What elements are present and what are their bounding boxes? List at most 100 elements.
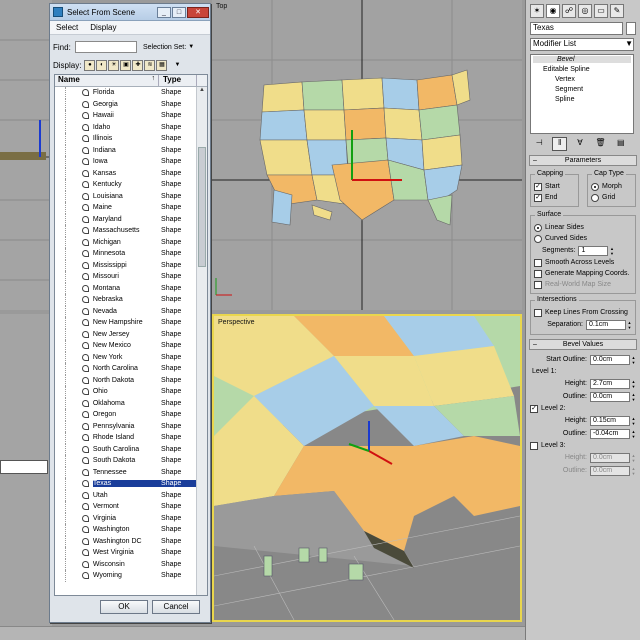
bevel-values-rollout-header[interactable]: – Bevel Values — [529, 339, 637, 350]
time-slider-bar[interactable] — [0, 626, 525, 640]
list-item[interactable]: Washington Shape — [55, 524, 197, 536]
level1-height-spinner[interactable]: 2.7cm — [590, 378, 630, 389]
list-item[interactable]: Maryland Shape — [55, 213, 197, 225]
generate-mapping-checkbox[interactable] — [534, 269, 542, 278]
menu-select[interactable]: Select — [50, 23, 84, 32]
configure-modifier-sets-icon[interactable]: ▤ — [614, 137, 628, 151]
modifier-list-dropdown[interactable]: Modifier List ▼ — [530, 38, 634, 51]
list-item[interactable]: Missouri Shape — [55, 271, 197, 283]
list-item[interactable]: Wisconsin Shape — [55, 558, 197, 570]
morph-radio[interactable] — [591, 182, 599, 191]
display-geometry-icon[interactable]: ● — [84, 59, 96, 71]
list-item[interactable]: New Hampshire Shape — [55, 317, 197, 329]
list-item[interactable]: Illinois Shape — [55, 133, 197, 145]
spinner-arrows-icon[interactable]: ▲ ▼ — [631, 416, 636, 426]
list-item[interactable]: Ohio Shape — [55, 386, 197, 398]
spinner-arrows-icon[interactable]: ▲ ▼ — [631, 453, 636, 463]
list-item[interactable]: North Carolina Shape — [55, 363, 197, 375]
segments-spinner[interactable]: 1 — [578, 245, 609, 256]
stack-item-vertex[interactable]: Vertex — [533, 76, 575, 83]
display-lights-icon[interactable]: ☀ — [108, 59, 120, 71]
level1-outline-spinner[interactable]: 0.0cm — [590, 391, 630, 402]
chevron-down-icon[interactable]: ▼ — [174, 62, 180, 68]
list-item[interactable]: New Jersey Shape — [55, 328, 197, 340]
list-item[interactable]: Oregon Shape — [55, 409, 197, 421]
list-item[interactable]: Oklahoma Shape — [55, 397, 197, 409]
create-tab-icon[interactable]: ✶ — [530, 4, 544, 18]
list-item[interactable]: Indiana Shape — [55, 144, 197, 156]
list-item[interactable]: South Dakota Shape — [55, 455, 197, 467]
list-item[interactable]: Georgia Shape — [55, 98, 197, 110]
list-item[interactable]: Kansas Shape — [55, 167, 197, 179]
list-item[interactable]: Hawaii Shape — [55, 110, 197, 122]
list-item[interactable]: Massachusetts Shape — [55, 225, 197, 237]
list-item[interactable]: New York Shape — [55, 351, 197, 363]
spinner-arrows-icon[interactable]: ▲ ▼ — [631, 355, 636, 365]
modify-tab-icon[interactable]: ◉ — [546, 4, 560, 18]
spinner-arrows-icon[interactable]: ▲ ▼ — [631, 392, 636, 402]
list-item[interactable]: Florida Shape — [55, 87, 197, 99]
list-item[interactable]: North Dakota Shape — [55, 374, 197, 386]
list-item[interactable]: Pennsylvania Shape — [55, 420, 197, 432]
stack-item-spline[interactable]: Spline — [533, 96, 574, 103]
list-item[interactable]: Rhode Island Shape — [55, 432, 197, 444]
make-unique-icon[interactable]: ∀ — [573, 137, 587, 151]
list-item[interactable]: West Virginia Shape — [55, 547, 197, 559]
hierarchy-tab-icon[interactable]: ☍ — [562, 4, 576, 18]
list-item[interactable]: Idaho Shape — [55, 121, 197, 133]
object-name-field[interactable]: Texas — [530, 22, 624, 35]
list-item[interactable]: Iowa Shape — [55, 156, 197, 168]
stack-item-bevel[interactable]: Bevel — [533, 56, 631, 63]
list-item[interactable]: Louisiana Shape — [55, 190, 197, 202]
keep-lines-checkbox[interactable] — [534, 308, 542, 317]
list-item[interactable]: Texas Shape — [55, 478, 197, 490]
level3-outline-spinner[interactable]: 0.0cm — [590, 465, 630, 476]
level3-checkbox[interactable] — [530, 441, 538, 450]
stack-item-segment[interactable]: Segment — [533, 86, 583, 93]
smooth-across-levels-checkbox[interactable] — [534, 258, 542, 267]
find-input[interactable] — [75, 41, 137, 53]
list-item[interactable]: Michigan Shape — [55, 236, 197, 248]
left-viewport-bottom[interactable] — [0, 314, 52, 640]
display-shapes-icon[interactable]: ◐ — [96, 59, 108, 71]
menu-display[interactable]: Display — [84, 23, 122, 32]
list-scrollbar[interactable]: ▲ — [196, 87, 207, 595]
real-world-map-size-checkbox[interactable] — [534, 280, 542, 289]
pin-stack-icon[interactable]: ⊣ — [532, 137, 546, 151]
perspective-viewport[interactable]: Perspective — [212, 314, 522, 622]
close-button[interactable]: ✕ — [187, 6, 209, 18]
level2-height-spinner[interactable]: 0.15cm — [590, 415, 630, 426]
list-item[interactable]: Kentucky Shape — [55, 179, 197, 191]
list-item[interactable]: Utah Shape — [55, 489, 197, 501]
scroll-up-icon[interactable]: ▲ — [197, 87, 207, 97]
parameters-rollout-header[interactable]: – Parameters — [529, 155, 637, 166]
cancel-button[interactable]: Cancel — [152, 600, 200, 614]
list-item[interactable]: Wyoming Shape — [55, 570, 197, 582]
cap-end-checkbox[interactable]: ✓ — [534, 193, 542, 202]
level3-height-spinner[interactable]: 0.0cm — [590, 452, 630, 463]
show-end-result-icon[interactable]: ‖ — [552, 137, 567, 151]
left-viewport-top[interactable] — [0, 0, 52, 310]
column-type-header[interactable]: Type — [159, 75, 197, 86]
utilities-tab-icon[interactable]: ✎ — [610, 4, 624, 18]
top-viewport[interactable]: Top — [212, 0, 522, 310]
top-viewport-label[interactable]: Top — [216, 3, 227, 10]
spinner-arrows-icon[interactable]: ▲ ▼ — [631, 466, 636, 476]
scroll-thumb[interactable] — [198, 147, 206, 267]
display-spacewarps-icon[interactable]: ≋ — [144, 59, 156, 71]
spinner-arrows-icon[interactable]: ▲ ▼ — [627, 320, 632, 330]
list-item[interactable]: Maine Shape — [55, 202, 197, 214]
minimize-button[interactable]: _ — [157, 6, 171, 18]
object-color-swatch[interactable] — [626, 22, 636, 35]
ok-button[interactable]: OK — [100, 600, 148, 614]
stack-item-editable-spline[interactable]: Editable Spline — [533, 66, 590, 73]
spinner-arrows-icon[interactable]: ▲ ▼ — [631, 379, 636, 389]
start-outline-spinner[interactable]: 0.0cm — [590, 354, 630, 365]
level2-outline-spinner[interactable]: -0.04cm — [590, 428, 630, 439]
list-item[interactable]: New Mexico Shape — [55, 340, 197, 352]
display-cameras-icon[interactable]: ▣ — [120, 59, 132, 71]
motion-tab-icon[interactable]: ◎ — [578, 4, 592, 18]
selection-set-dropdown[interactable]: Selection Set: ▼ — [143, 44, 194, 51]
list-item[interactable]: Vermont Shape — [55, 501, 197, 513]
spinner-arrows-icon[interactable]: ▲ ▼ — [609, 246, 614, 256]
